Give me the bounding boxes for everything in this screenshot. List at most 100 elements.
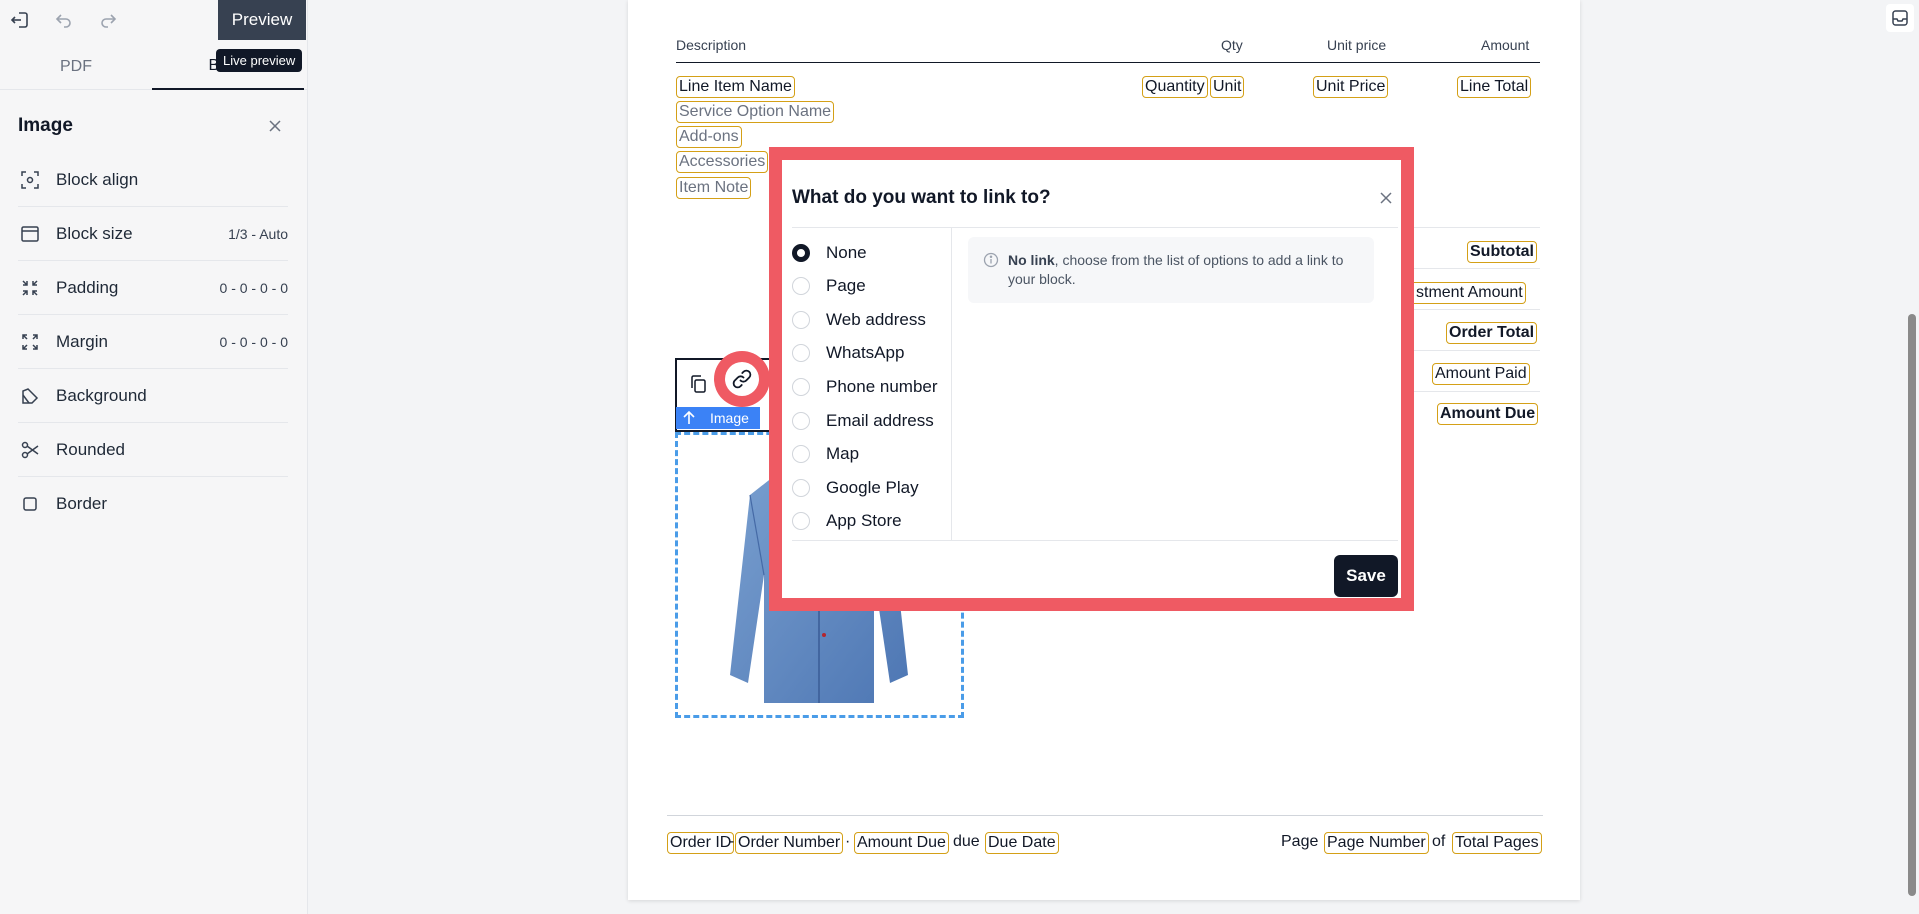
column-header: Unit price — [1327, 37, 1387, 53]
summary-divider — [1414, 350, 1540, 351]
footer-separator: · — [845, 833, 851, 850]
prop-label: Margin — [56, 331, 108, 351]
radio-button[interactable] — [792, 512, 810, 530]
margin-icon — [18, 330, 42, 354]
footer-due-word: due — [953, 833, 980, 850]
amount-due-tag[interactable]: Amount Due — [1437, 403, 1539, 425]
info-text: No link, choose from the list of options… — [1008, 251, 1358, 289]
prop-label: Background — [56, 385, 147, 405]
page-number-tag[interactable]: Page Number — [1324, 832, 1429, 854]
order-number-tag[interactable]: Order Number — [735, 832, 844, 854]
prop-border[interactable]: Border — [18, 477, 288, 531]
prop-block-align[interactable]: Block align — [18, 153, 288, 207]
scrollbar-thumb[interactable] — [1908, 314, 1916, 896]
block-align-icon — [18, 168, 42, 192]
radio-button[interactable] — [792, 344, 810, 362]
block-size-icon — [18, 222, 42, 246]
link-option-google-play[interactable]: Google Play — [792, 474, 919, 502]
total-pages-tag[interactable]: Total Pages — [1452, 832, 1542, 854]
option-label: Email address — [826, 411, 934, 430]
radio-button[interactable] — [792, 244, 810, 262]
prop-block-size[interactable]: Block size 1/3 - Auto — [18, 207, 288, 261]
prop-margin[interactable]: Margin 0 - 0 - 0 - 0 — [18, 315, 288, 369]
modal-divider — [792, 540, 1398, 541]
column-header: Qty — [1221, 37, 1243, 53]
image-label-text: Image — [710, 410, 749, 426]
unit-price-tag[interactable]: Unit Price — [1313, 76, 1389, 98]
link-button[interactable] — [714, 351, 770, 407]
service-option-tag[interactable]: Service Option Name — [676, 101, 835, 123]
redo-icon[interactable] — [96, 8, 120, 32]
option-label: WhatsApp — [826, 343, 905, 362]
prop-label: Block size — [56, 223, 133, 243]
border-icon — [18, 492, 42, 516]
amount-paid-tag[interactable]: Amount Paid — [1432, 363, 1530, 385]
copy-icon[interactable] — [682, 368, 714, 400]
info-box: No link, choose from the list of options… — [968, 237, 1374, 303]
option-label: App Store — [826, 511, 902, 530]
prop-value: 0 - 0 - 0 - 0 — [219, 333, 288, 350]
column-header: Amount — [1481, 37, 1530, 53]
adjustment-amount-tag[interactable]: stment Amount — [1414, 282, 1526, 304]
close-icon[interactable] — [262, 113, 288, 139]
prop-value: 0 - 0 - 0 - 0 — [219, 279, 288, 296]
preview-button[interactable]: Preview — [218, 0, 306, 40]
prop-padding[interactable]: Padding 0 - 0 - 0 - 0 — [18, 261, 288, 315]
link-option-map[interactable]: Map — [792, 440, 859, 468]
link-icon — [725, 362, 759, 396]
line-item-name-tag[interactable]: Line Item Name — [676, 76, 795, 98]
info-text-body: , choose from the list of options to add… — [1008, 252, 1344, 287]
radio-button[interactable] — [792, 479, 810, 497]
footer-separator: - — [729, 833, 735, 850]
info-icon — [983, 252, 999, 268]
due-date-tag[interactable]: Due Date — [985, 832, 1059, 854]
radio-button[interactable] — [792, 277, 810, 295]
radio-button[interactable] — [792, 445, 810, 463]
option-label: Web address — [826, 310, 926, 329]
subtotal-tag[interactable]: Subtotal — [1467, 241, 1537, 263]
link-option-page[interactable]: Page — [792, 272, 866, 300]
radio-button[interactable] — [792, 311, 810, 329]
exit-icon[interactable] — [8, 8, 32, 32]
line-total-tag[interactable]: Line Total — [1457, 76, 1532, 98]
modal-divider — [792, 227, 1398, 228]
option-label: Map — [826, 444, 860, 463]
footer-amount-due-tag[interactable]: Amount Due — [854, 832, 949, 854]
summary-divider — [1414, 268, 1540, 269]
undo-icon[interactable] — [52, 8, 76, 32]
addons-tag[interactable]: Add-ons — [676, 126, 742, 148]
prop-label: Rounded — [56, 439, 126, 459]
unit-tag[interactable]: Unit — [1210, 76, 1245, 98]
footer-divider — [667, 815, 1543, 816]
modal-title: What do you want to link to? — [792, 187, 1051, 208]
live-preview-tooltip: Live preview — [216, 49, 303, 72]
inbox-icon[interactable] — [1886, 4, 1914, 32]
link-option-phone-number[interactable]: Phone number — [792, 373, 938, 401]
panel-title: Image — [18, 115, 73, 136]
order-total-tag[interactable]: Order Total — [1446, 322, 1538, 344]
prop-value: 1/3 - Auto — [228, 225, 288, 242]
modal-divider — [951, 228, 952, 540]
prop-rounded[interactable]: Rounded — [18, 423, 288, 477]
order-id-tag[interactable]: Order ID — [667, 832, 735, 854]
item-note-tag[interactable]: Item Note — [676, 177, 752, 199]
summary-divider — [1414, 391, 1540, 392]
modal-close-icon[interactable] — [1374, 186, 1398, 210]
link-option-web-address[interactable]: Web address — [792, 306, 926, 334]
link-option-email-address[interactable]: Email address — [792, 407, 934, 435]
image-block-label[interactable]: Image — [676, 407, 760, 429]
radio-button[interactable] — [792, 412, 810, 430]
radio-button[interactable] — [792, 378, 810, 396]
tab-pdf[interactable]: PDF — [0, 44, 152, 90]
save-button[interactable]: Save — [1334, 555, 1398, 597]
footer-page-word: Page — [1281, 833, 1319, 850]
quantity-tag[interactable]: Quantity — [1142, 76, 1208, 98]
link-option-none[interactable]: None — [792, 239, 867, 267]
arrow-up-icon — [676, 410, 702, 426]
prop-background[interactable]: Background — [18, 369, 288, 423]
summary-divider — [1414, 309, 1540, 310]
accessories-tag[interactable]: Accessories — [676, 151, 769, 173]
link-option-app-store[interactable]: App Store — [792, 507, 902, 535]
link-option-whatsapp[interactable]: WhatsApp — [792, 339, 904, 367]
background-icon — [18, 384, 42, 408]
